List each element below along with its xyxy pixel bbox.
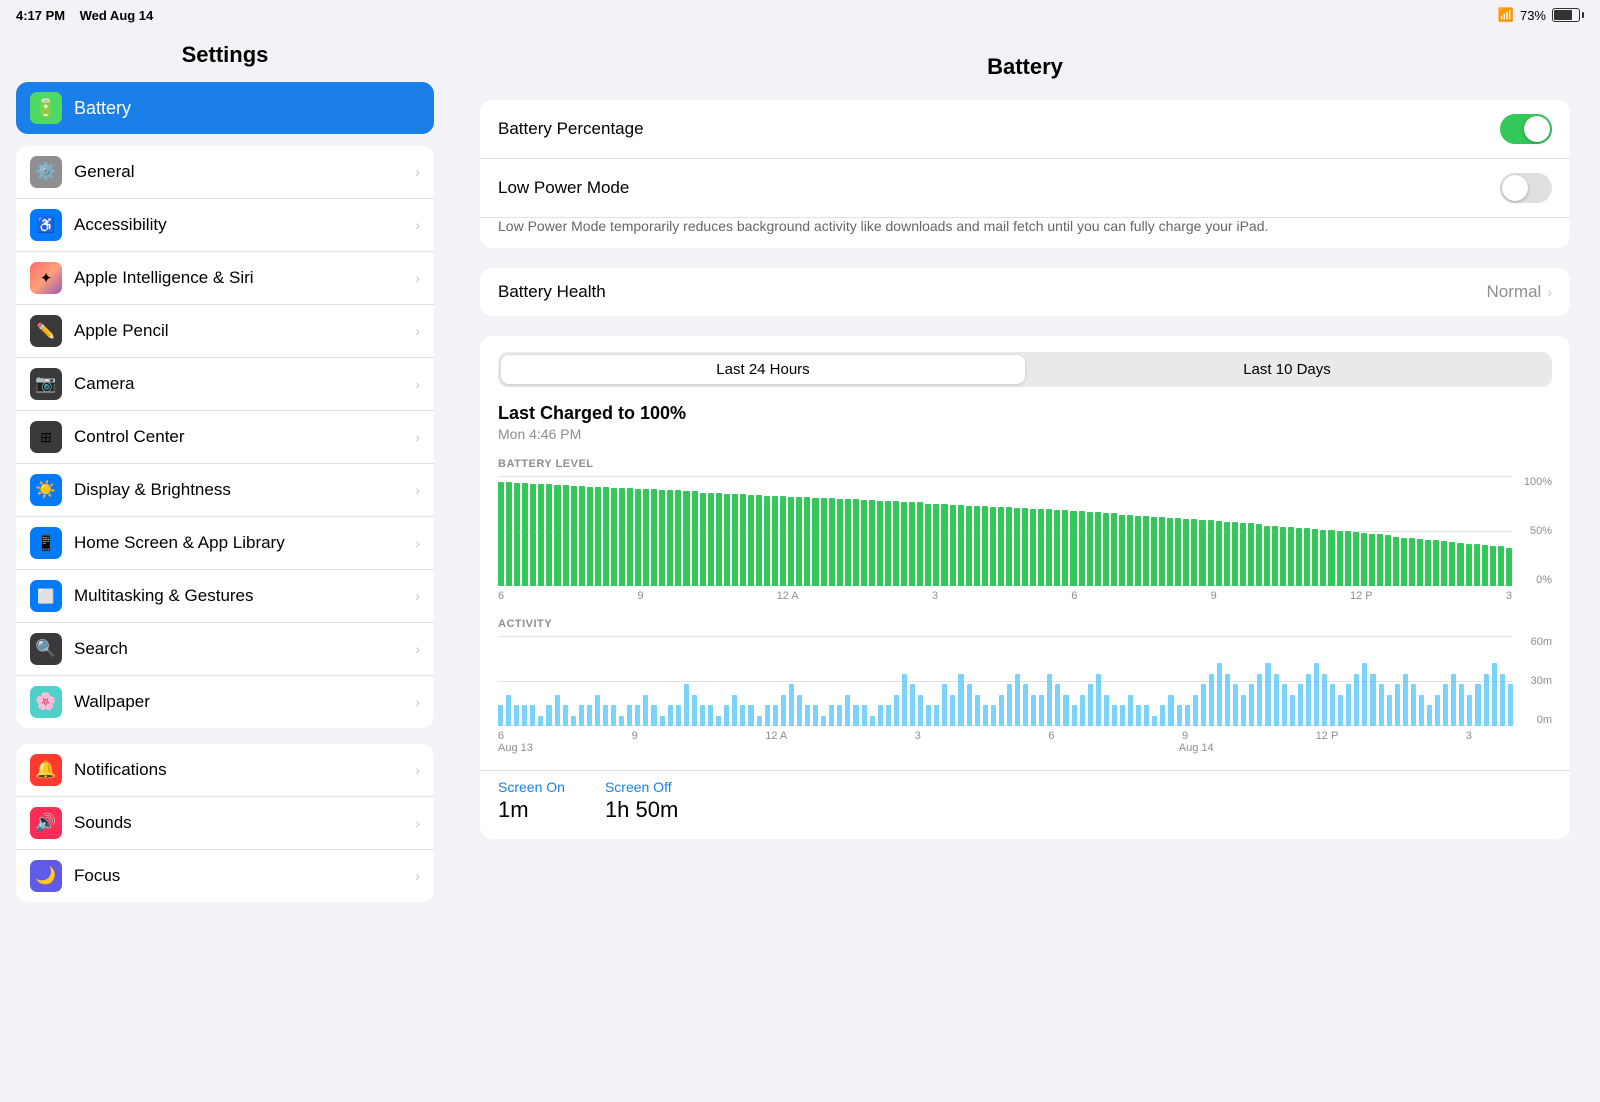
battery-icon [1552, 8, 1584, 22]
sidebar-item-general[interactable]: ⚙️ General › [16, 146, 434, 199]
chevron-icon: › [415, 815, 420, 831]
sidebar-item-display-brightness[interactable]: ☀️ Display & Brightness › [16, 464, 434, 517]
sidebar-item-sounds[interactable]: 🔊 Sounds › [16, 797, 434, 850]
sidebar-title: Settings [16, 30, 434, 82]
sidebar-item-battery-selected[interactable]: 🔋 Battery [16, 82, 434, 134]
gear-icon: ⚙️ [30, 156, 62, 188]
chevron-icon: › [415, 270, 420, 286]
chevron-icon: › [415, 694, 420, 710]
y-labels-battery: 100% 50% 0% [1514, 476, 1552, 586]
sidebar-item-control-center[interactable]: ⊞ Control Center › [16, 411, 434, 464]
sidebar-item-accessibility[interactable]: ♿ Accessibility › [16, 199, 434, 252]
screen-off-stat: Screen Off 1h 50m [605, 779, 678, 823]
last-charged-sub: Mon 4:46 PM [498, 426, 1552, 442]
activity-bars [498, 636, 1512, 726]
screen-stats: Screen On 1m Screen Off 1h 50m [498, 771, 1552, 823]
low-power-mode-toggle[interactable] [1500, 173, 1552, 203]
sidebar-item-search[interactable]: 🔍 Search › [16, 623, 434, 676]
multitasking-icon: ⬜ [30, 580, 62, 612]
time-tabs: Last 24 Hours Last 10 Days [498, 352, 1552, 387]
apple-intelligence-icon: ✦ [30, 262, 62, 294]
battery-health-label: Battery Health [498, 282, 1487, 302]
chevron-icon: › [415, 588, 420, 604]
sounds-icon: 🔊 [30, 807, 62, 839]
battery-percentage-label: Battery Percentage [498, 119, 1500, 139]
main-container: Settings 🔋 Battery ⚙️ General › ♿ Access… [0, 30, 1600, 1102]
battery-selected-label: Battery [74, 98, 131, 119]
battery-health-row[interactable]: Battery Health Normal › [480, 268, 1570, 316]
battery-percentage-toggle[interactable] [1500, 114, 1552, 144]
sidebar-item-focus[interactable]: 🌙 Focus › [16, 850, 434, 902]
sidebar-item-home-screen[interactable]: 📱 Home Screen & App Library › [16, 517, 434, 570]
chevron-icon: › [415, 641, 420, 657]
sidebar-item-apple-intelligence[interactable]: ✦ Apple Intelligence & Siri › [16, 252, 434, 305]
chevron-icon: › [415, 482, 420, 498]
screen-on-value: 1m [498, 797, 565, 823]
notifications-icon: 🔔 [30, 754, 62, 786]
home-screen-icon: 📱 [30, 527, 62, 559]
x-labels-activity: 6912 A36912 P3Aug 13Aug 14 [498, 730, 1552, 754]
screen-off-value: 1h 50m [605, 797, 678, 823]
sidebar-item-wallpaper[interactable]: 🌸 Wallpaper › [16, 676, 434, 728]
battery-selected-icon: 🔋 [30, 92, 62, 124]
status-time: 4:17 PM Wed Aug 14 [16, 8, 153, 23]
battery-level-chart: 100% 50% 0% [498, 476, 1552, 586]
battery-bars [498, 476, 1512, 586]
sidebar-item-notifications[interactable]: 🔔 Notifications › [16, 744, 434, 797]
screen-off-label: Screen Off [605, 779, 678, 795]
battery-settings-card: Battery Percentage Low Power Mode Low Po… [480, 100, 1570, 248]
chevron-icon: › [415, 323, 420, 339]
wifi-icon: 📶 [1498, 7, 1514, 23]
tab-last-10-days[interactable]: Last 10 Days [1025, 355, 1549, 384]
chevron-icon: › [415, 376, 420, 392]
detail-title: Battery [480, 46, 1570, 100]
camera-icon: 📷 [30, 368, 62, 400]
sidebar-item-camera[interactable]: 📷 Camera › [16, 358, 434, 411]
control-center-icon: ⊞ [30, 421, 62, 453]
sidebar-item-apple-pencil[interactable]: ✏️ Apple Pencil › [16, 305, 434, 358]
screen-on-stat: Screen On 1m [498, 779, 565, 823]
settings-group-1: ⚙️ General › ♿ Accessibility › ✦ Apple I… [16, 146, 434, 728]
chevron-icon: › [415, 868, 420, 884]
y-labels-activity: 60m 30m 0m [1514, 636, 1552, 726]
screen-on-label: Screen On [498, 779, 565, 795]
activity-chart: 60m 30m 0m [498, 636, 1552, 726]
accessibility-icon: ♿ [30, 209, 62, 241]
tab-last-24-hours[interactable]: Last 24 Hours [501, 355, 1025, 384]
battery-health-chevron: › [1547, 284, 1552, 300]
settings-group-2: 🔔 Notifications › 🔊 Sounds › 🌙 Focus › [16, 744, 434, 902]
battery-level-label: BATTERY LEVEL [498, 458, 1552, 470]
status-indicators: 📶 73% [1498, 7, 1584, 23]
chevron-icon: › [415, 429, 420, 445]
apple-pencil-icon: ✏️ [30, 315, 62, 347]
detail-panel: Battery Battery Percentage Low Power Mod… [450, 30, 1600, 1102]
x-labels-battery: 6912 A36912 P3 [498, 590, 1552, 602]
sidebar-item-multitasking[interactable]: ⬜ Multitasking & Gestures › [16, 570, 434, 623]
battery-health-value: Normal [1487, 282, 1542, 302]
chevron-icon: › [415, 535, 420, 551]
status-bar: 4:17 PM Wed Aug 14 📶 73% [0, 0, 1600, 30]
last-charged-title: Last Charged to 100% [498, 403, 1552, 424]
focus-icon: 🌙 [30, 860, 62, 892]
activity-label: ACTIVITY [498, 618, 1552, 630]
battery-percent-status: 73% [1520, 8, 1546, 23]
battery-percentage-row: Battery Percentage [480, 100, 1570, 159]
sidebar: Settings 🔋 Battery ⚙️ General › ♿ Access… [0, 30, 450, 1102]
search-sidebar-icon: 🔍 [30, 633, 62, 665]
low-power-mode-desc: Low Power Mode temporarily reduces backg… [480, 218, 1570, 248]
battery-health-card: Battery Health Normal › [480, 268, 1570, 316]
chevron-icon: › [415, 164, 420, 180]
low-power-mode-row: Low Power Mode [480, 159, 1570, 218]
battery-chart-section: Last 24 Hours Last 10 Days Last Charged … [480, 336, 1570, 839]
low-power-mode-label: Low Power Mode [498, 178, 1500, 198]
display-icon: ☀️ [30, 474, 62, 506]
wallpaper-icon: 🌸 [30, 686, 62, 718]
chevron-icon: › [415, 762, 420, 778]
chevron-icon: › [415, 217, 420, 233]
